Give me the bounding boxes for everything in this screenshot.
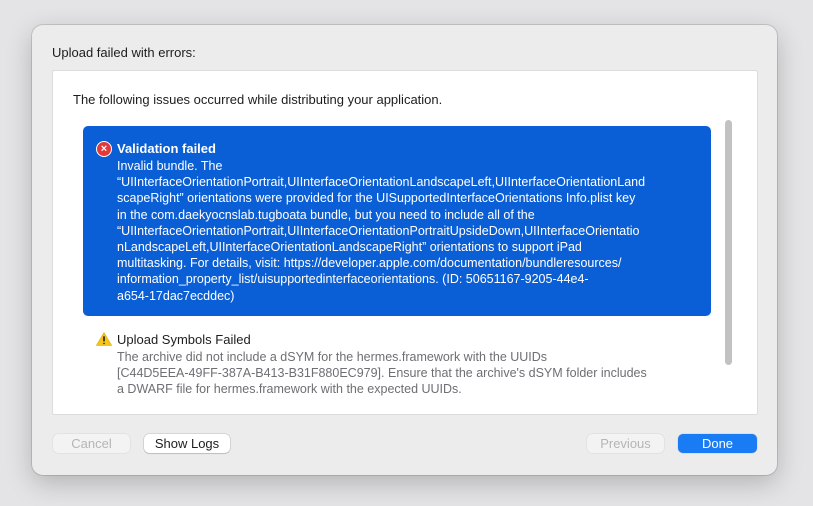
done-button[interactable]: Done: [678, 434, 757, 453]
error-icon: ×: [96, 141, 112, 157]
issue-description-line: Invalid bundle. The: [117, 159, 223, 173]
issues-panel[interactable]: The following issues occurred while dist…: [52, 70, 758, 415]
issue-item-validation-failed[interactable]: × Validation failed Invalid bundle. The …: [83, 126, 711, 316]
issue-description-line: information_property_list/uisupportedint…: [117, 272, 589, 287]
issue-description-line: The archive did not include a dSYM for t…: [117, 350, 548, 364]
dialog-title: Upload failed with errors:: [52, 45, 196, 60]
issue-description-line: a DWARF file for hermes.framework with t…: [117, 382, 462, 397]
issue-description-line: nLandscapeLeft,UIInterfaceOrientationLan…: [117, 240, 582, 255]
issue-description-line: scapeRight” orientations were provided f…: [117, 191, 636, 206]
issue-item-upload-symbols-failed[interactable]: Upload Symbols Failed The archive did no…: [83, 326, 711, 396]
previous-button[interactable]: Previous: [587, 434, 664, 453]
scrollbar-thumb[interactable]: [725, 120, 732, 365]
show-logs-button[interactable]: Show Logs: [144, 434, 230, 453]
issue-description-line: “UIInterfaceOrientationPortrait,UIInterf…: [117, 223, 640, 238]
issue-title: Validation failed: [117, 141, 216, 156]
vertical-scrollbar[interactable]: [721, 118, 735, 373]
issue-description: The archive did not include a dSYM for t…: [117, 349, 703, 398]
issue-description-line: multitasking. For details, visit: https:…: [117, 256, 622, 271]
issue-description-line: “UIInterfaceOrientationPortrait,UIInterf…: [117, 175, 646, 190]
panel-intro-text: The following issues occurred while dist…: [73, 92, 443, 107]
issue-description: Invalid bundle. The “UIInterfaceOrientat…: [117, 158, 703, 304]
issue-description-line: a654-17dac7ecddec): [117, 288, 235, 303]
warning-icon: [96, 332, 112, 346]
issue-description-line: in the com.daekyocnslab.tugboata bundle,…: [117, 207, 535, 222]
upload-failed-dialog: Upload failed with errors: The following…: [32, 25, 777, 475]
cancel-button[interactable]: Cancel: [53, 434, 130, 453]
issue-description-line: [C44D5EEA-49FF-387A-B413-B31F880EC979]. …: [117, 366, 647, 381]
issue-title: Upload Symbols Failed: [117, 332, 251, 347]
